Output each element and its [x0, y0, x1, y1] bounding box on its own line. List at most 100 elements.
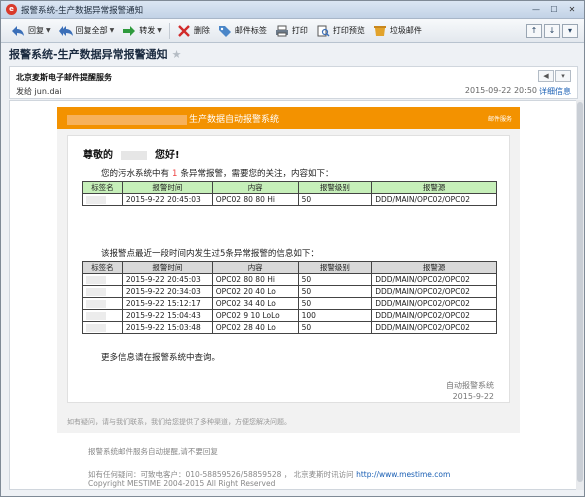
summary-prefix: 您的污水系统中有	[101, 169, 170, 179]
app-logo-icon: e	[6, 4, 17, 15]
recipient-line: 发给 jun.dai	[16, 87, 62, 96]
alarm-source: DDD/MAIN/OPC02/OPC02	[371, 285, 497, 298]
table-header-row: 标签名 报警时间 内容 报警级别 报警源	[82, 261, 497, 274]
delete-button[interactable]: 删除	[173, 21, 214, 41]
reply-all-icon	[58, 25, 73, 36]
alarm-level: 50	[297, 273, 373, 286]
print-preview-button[interactable]: 打印预览	[312, 21, 369, 41]
reply-label: 回复	[28, 26, 44, 35]
redacted-name	[121, 150, 147, 160]
star-icon[interactable]: ★	[172, 48, 182, 61]
footer-url-link[interactable]: http://www.mestime.com	[356, 470, 450, 479]
junk-button[interactable]: 垃圾邮件	[369, 21, 426, 41]
table-row: 2015-9-22 20:34:03 OPC02 20 40 Lo 50 DDD…	[82, 285, 497, 298]
redacted-tag	[82, 297, 123, 310]
alarm-source: DDD/MAIN/OPC02/OPC02	[371, 193, 497, 206]
col-content: 内容	[211, 261, 299, 274]
mail-date: 2015-09-22 20:50	[464, 86, 537, 95]
faq-text: 如有疑问，请与我们联系，我们给您提供了多种渠道，方便您解决问题。	[67, 418, 291, 426]
footer-copyright: Copyright MESTIME 2004-2015 All Right Re…	[88, 479, 276, 488]
greeting-prefix: 尊敬的	[83, 150, 113, 161]
redacted-tag	[82, 273, 123, 286]
toolbar: 回复 ▼ 回复全部 ▼ 转发 ▼ 删除 邮件标签 打印 打印预览 垃圾邮件 ↑ …	[1, 19, 584, 43]
title-bar: e 报警系统-生产数据异常报警通知 — ☐ ✕	[1, 1, 584, 19]
col-time: 报警时间	[121, 261, 213, 274]
col-tag: 标签名	[82, 261, 123, 274]
table-row: 2015-9-22 15:03:48 OPC02 28 40 Lo 50 DDD…	[82, 321, 497, 334]
alarm-source: DDD/MAIN/OPC02/OPC02	[371, 273, 497, 286]
print-button[interactable]: 打印	[271, 21, 312, 41]
alarm-time: 2015-9-22 15:12:17	[121, 297, 213, 310]
forward-label: 转发	[139, 26, 156, 35]
mail-header-card: 北京麦斯电子邮件提醒服务 发给 jun.dai 2015-09-22 20:50…	[9, 66, 578, 99]
sender-name[interactable]: 北京麦斯电子邮件提醒服务	[16, 72, 112, 83]
forward-icon	[123, 25, 136, 36]
banner-service-label: 邮件服务	[487, 116, 512, 123]
reply-all-label: 回复全部	[75, 26, 108, 35]
footer-contact-text: 如有任何疑问：可致电客户：010-58859526/58859528 ， 北京麦…	[88, 470, 354, 479]
previous-message-icon[interactable]: ↑	[526, 23, 542, 38]
maximize-icon[interactable]: ☐	[546, 4, 562, 16]
mail-tag-button[interactable]: 邮件标签	[214, 21, 271, 41]
alarm-content: OPC02 34 40 Lo	[211, 297, 299, 310]
banner-title-text: 生产数据自动报警系统	[189, 115, 280, 125]
alarm-source: DDD/MAIN/OPC02/OPC02	[371, 309, 497, 322]
quick-reply-icon[interactable]: ◀	[538, 70, 554, 82]
alarm-time: 2015-9-22 15:04:43	[121, 309, 213, 322]
print-label: 打印	[291, 26, 308, 35]
mail-window: e 报警系统-生产数据异常报警通知 — ☐ ✕ 回复 ▼ 回复全部 ▼ 转发 ▼ 删除…	[0, 0, 585, 497]
header-menu-icon[interactable]: ▾	[555, 70, 571, 82]
details-link[interactable]: 详细信息	[539, 86, 571, 97]
table-row: 2015-9-22 15:04:43 OPC02 9 10 LoLo 100 D…	[82, 309, 497, 322]
close-icon[interactable]: ✕	[564, 4, 580, 16]
mail-card: 尊敬的 您好! 您的污水系统中有 1 条异常报警，需要您的关注，内容如下： 标签名 报…	[67, 135, 510, 403]
alarm-source: DDD/MAIN/OPC02/OPC02	[371, 321, 497, 334]
reply-all-button[interactable]: 回复全部 ▼	[55, 21, 119, 41]
more-info-text: 更多信息请在报警系统中查询。	[101, 353, 221, 363]
mail-content: 生产数据自动报警系统 邮件服务 尊敬的 您好! 您的污水系统中有 1 条异常报警，需要…	[57, 107, 520, 433]
minimize-icon[interactable]: —	[528, 4, 544, 16]
scrollbar-thumb[interactable]	[577, 102, 583, 482]
next-message-icon[interactable]: ↓	[544, 23, 560, 38]
print-preview-label: 打印预览	[332, 26, 365, 35]
col-source: 报警源	[371, 181, 497, 194]
alarm-time: 2015-9-22 20:45:03	[121, 273, 213, 286]
alarm-content: OPC02 20 40 Lo	[211, 285, 299, 298]
redacted-tag	[82, 309, 123, 322]
more-options-icon[interactable]: ▾	[562, 23, 578, 38]
junk-label: 垃圾邮件	[389, 26, 422, 35]
redacted-block	[67, 114, 187, 125]
window-title: 报警系统-生产数据异常报警通知	[21, 5, 144, 16]
mail-tag-label: 邮件标签	[234, 26, 267, 35]
table-row: 2015-9-22 15:12:17 OPC02 34 40 Lo 50 DDD…	[82, 297, 497, 310]
alarm-history-table: 标签名 报警时间 内容 报警级别 报警源 2015-9-22 20:45:03 …	[82, 261, 497, 334]
signature-system: 自动报警系统	[446, 381, 494, 390]
col-time: 报警时间	[121, 181, 213, 194]
alarm-summary: 您的污水系统中有 1 条异常报警，需要您的关注，内容如下：	[101, 167, 333, 179]
alarm-content: OPC02 28 40 Lo	[211, 321, 299, 334]
banner-title: 生产数据自动报警系统	[67, 112, 279, 125]
reply-button[interactable]: 回复 ▼	[7, 21, 55, 41]
forward-button[interactable]: 转发 ▼	[118, 21, 166, 41]
redacted-tag	[82, 193, 123, 206]
alarm-content: OPC02 80 80 Hi	[211, 273, 299, 286]
greeting-suffix: 您好!	[155, 150, 180, 161]
alarm-time: 2015-9-22 20:45:03	[121, 193, 213, 206]
alarm-level: 50	[297, 297, 373, 310]
col-content: 内容	[211, 181, 299, 194]
col-source: 报警源	[371, 261, 497, 274]
history-intro: 该报警点最近一段时间内发生过5条异常报警的信息如下：	[101, 249, 319, 259]
toolbar-divider	[168, 22, 170, 39]
alarm-level: 100	[297, 309, 373, 322]
alarm-count: 1	[172, 169, 178, 179]
header-actions: ◀ ▾	[538, 70, 571, 82]
vertical-scrollbar[interactable]	[576, 100, 584, 490]
redacted-tag	[82, 321, 123, 334]
table-header-row: 标签名 报警时间 内容 报警级别 报警源	[82, 181, 497, 194]
alarm-content: OPC02 80 80 Hi	[211, 193, 299, 206]
alarm-level: 50	[297, 321, 373, 334]
window-controls: — ☐ ✕	[528, 4, 580, 16]
summary-suffix: 条异常报警，需要您的关注，内容如下：	[180, 169, 334, 179]
printer-icon	[275, 25, 288, 36]
table-row: 2015-9-22 20:45:03 OPC02 80 80 Hi 50 DDD…	[82, 193, 497, 206]
